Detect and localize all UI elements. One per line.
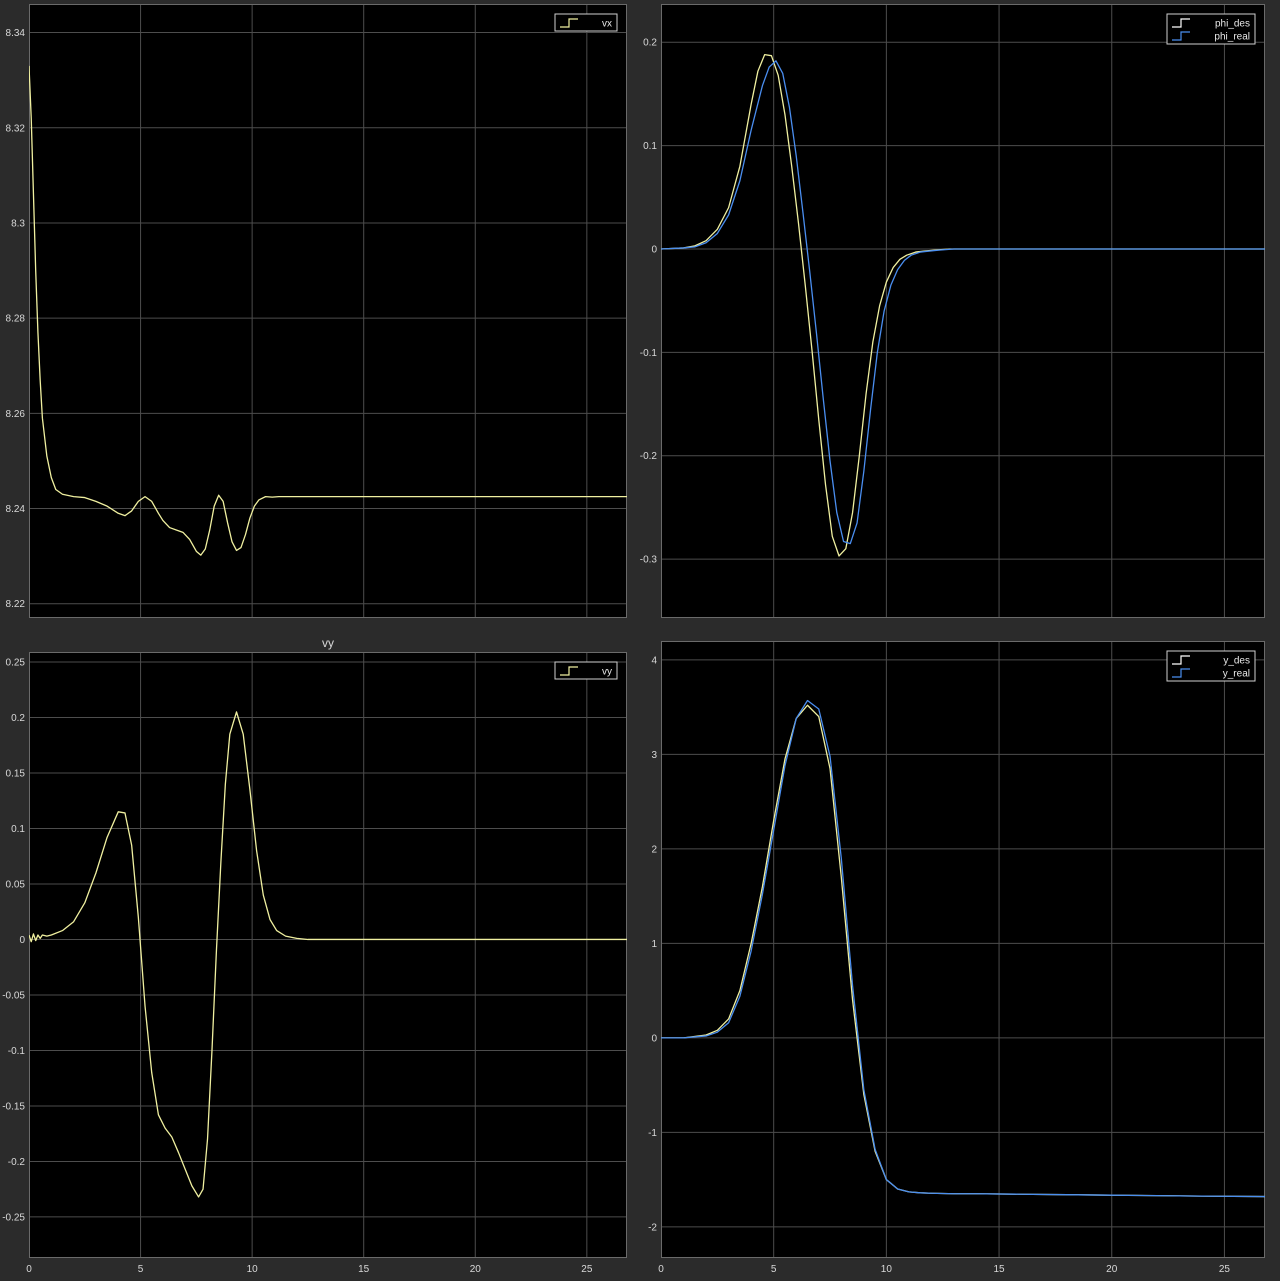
- y-scope-legend-label: y_real: [1223, 669, 1250, 680]
- vy-scope-y-tick-label: 0.15: [6, 768, 26, 779]
- phi-scope-y-tick-label: 0: [651, 244, 657, 255]
- vx-scope-legend-label: vx: [602, 19, 612, 30]
- vy-scope-legend-label: vy: [602, 667, 612, 678]
- vx-scope-y-tick-label: 8.3: [11, 218, 25, 229]
- vx-scope-y-tick-label: 8.32: [6, 123, 26, 134]
- phi-scope-legend-label: phi_des: [1215, 19, 1250, 30]
- vy-scope-x-tick-label: 5: [138, 1264, 144, 1275]
- vy-scope-y-tick-label: 0.2: [11, 713, 25, 724]
- phi-scope-y-tick-label: -0.3: [640, 555, 658, 566]
- scope-figure: 8.228.248.268.288.38.328.34vx-0.3-0.2-0.…: [2, 4, 1265, 1275]
- vy-scope-y-tick-label: 0.25: [6, 657, 26, 668]
- vx-scope-plot-area[interactable]: [29, 4, 627, 618]
- y-scope-y-tick-label: -1: [648, 1128, 657, 1139]
- vx-scope-y-tick-label: 8.26: [6, 409, 26, 420]
- phi-scope-legend[interactable]: phi_des phi_real: [1166, 13, 1256, 45]
- y-scope-y-tick-label: 0: [651, 1033, 657, 1044]
- phi-scope-y-tick-label: 0.2: [643, 38, 657, 49]
- phi-scope: -0.3 -0.2 -0.1 0 0.1 0.2 phi_des phi_real: [640, 4, 1265, 618]
- phi-scope-legend-label: phi_real: [1214, 32, 1250, 43]
- y-scope-y-tick-label: 3: [651, 750, 657, 761]
- y-scope: -2 -1 0 1 2 3 4 0 5 10 15 20 25 y_des y_real: [648, 641, 1265, 1275]
- vy-scope-legend[interactable]: vy: [554, 661, 618, 680]
- vy-scope-y-tick-label: 0: [19, 935, 25, 946]
- vy-scope-x-tick-label: 15: [358, 1264, 370, 1275]
- vy-scope-plot-area[interactable]: [29, 652, 627, 1258]
- vy-scope-y-tick-label: 0.1: [11, 824, 25, 835]
- vy-scope-x-tick-label: 20: [470, 1264, 482, 1275]
- vy-scope-y-tick-label: -0.2: [8, 1157, 26, 1168]
- y-scope-x-tick-label: 15: [993, 1264, 1005, 1275]
- y-scope-y-tick-label: 4: [651, 655, 657, 666]
- y-scope-x-tick-label: 10: [881, 1264, 893, 1275]
- y-scope-x-tick-label: 0: [658, 1264, 664, 1275]
- vx-scope-y-tick-label: 8.34: [6, 28, 26, 39]
- y-scope-x-tick-label: 5: [771, 1264, 777, 1275]
- y-scope-y-tick-label: 1: [651, 939, 657, 950]
- vx-scope-y-tick-label: 8.28: [6, 314, 26, 325]
- y-scope-y-tick-label: -2: [648, 1222, 657, 1233]
- vy-scope-y-tick-label: -0.05: [2, 990, 25, 1001]
- phi-scope-y-tick-label: 0.1: [643, 141, 657, 152]
- vx-scope-y-tick-label: 8.24: [6, 504, 26, 515]
- vx-scope-legend[interactable]: vx: [554, 13, 618, 32]
- y-scope-y-tick-label: 2: [651, 844, 657, 855]
- vy-scope-y-tick-label: -0.1: [8, 1046, 26, 1057]
- vy-scope-y-tick-label: -0.25: [2, 1212, 25, 1223]
- vy-scope-title: vy: [322, 636, 334, 650]
- vx-scope: 8.22 8.24 8.26 8.28 8.3 8.32 8.34 vx: [6, 4, 627, 618]
- y-scope-x-tick-label: 20: [1106, 1264, 1118, 1275]
- y-scope-legend[interactable]: y_des y_real: [1166, 650, 1256, 682]
- y-scope-x-tick-label: 25: [1219, 1264, 1231, 1275]
- phi-scope-y-tick-label: -0.1: [640, 348, 658, 359]
- vy-scope: -0.25 -0.2 -0.15 -0.1 -0.05 0 0.05 0.1 0.15 0.2 0.…: [2, 636, 627, 1275]
- vy-scope-x-tick-label: 10: [247, 1264, 259, 1275]
- vy-scope-y-tick-label: 0.05: [6, 879, 26, 890]
- y-scope-legend-label: y_des: [1223, 656, 1250, 667]
- phi-scope-plot-area[interactable]: [661, 4, 1265, 618]
- vy-scope-y-tick-label: -0.15: [2, 1101, 25, 1112]
- vx-scope-y-tick-label: 8.22: [6, 599, 26, 610]
- phi-scope-y-tick-label: -0.2: [640, 451, 658, 462]
- vy-scope-x-tick-label: 25: [581, 1264, 593, 1275]
- vy-scope-x-tick-label: 0: [26, 1264, 32, 1275]
